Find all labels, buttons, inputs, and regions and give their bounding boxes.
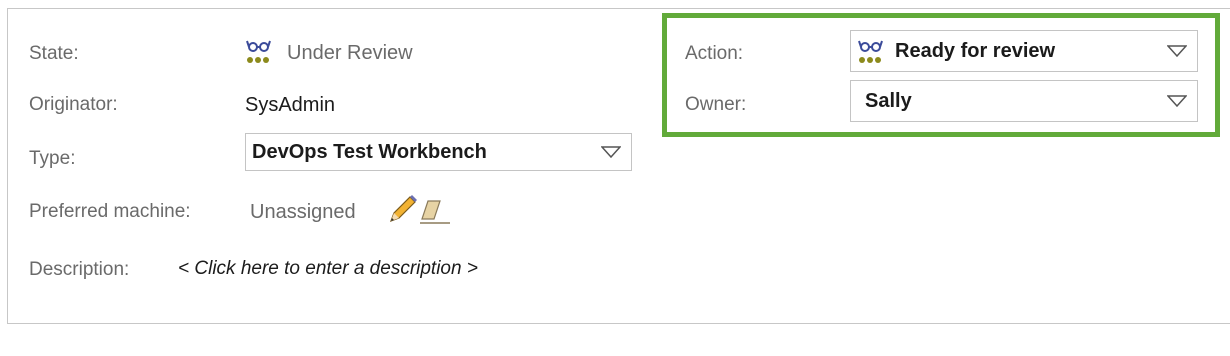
eraser-icon[interactable]	[418, 195, 452, 227]
review-glasses-icon	[246, 40, 271, 63]
preferred-machine-value: Unassigned	[250, 201, 356, 223]
chevron-down-icon	[601, 146, 621, 158]
originator-label: Originator:	[29, 94, 118, 115]
type-select[interactable]: DevOps Test Workbench	[245, 133, 632, 171]
originator-value: SysAdmin	[245, 94, 336, 116]
state-value: Under Review	[287, 42, 413, 64]
type-label: Type:	[29, 148, 76, 169]
owner-select[interactable]: Sally	[850, 80, 1198, 122]
action-select-value: Ready for review	[895, 39, 1056, 62]
review-glasses-icon	[858, 40, 883, 63]
owner-label: Owner:	[685, 94, 747, 115]
state-label: State:	[29, 43, 79, 64]
owner-select-value: Sally	[865, 89, 912, 112]
preferred-machine-label: Preferred machine:	[29, 201, 191, 222]
description-placeholder[interactable]: < Click here to enter a description >	[178, 258, 478, 280]
description-label: Description:	[29, 259, 130, 280]
action-label: Action:	[685, 43, 744, 64]
chevron-down-icon	[1167, 45, 1187, 57]
chevron-down-icon	[1167, 95, 1187, 107]
pencil-icon[interactable]	[385, 193, 419, 227]
state-icon-wrap	[245, 37, 273, 65]
action-select[interactable]: Ready for review	[850, 30, 1198, 72]
type-select-value: DevOps Test Workbench	[252, 140, 487, 163]
